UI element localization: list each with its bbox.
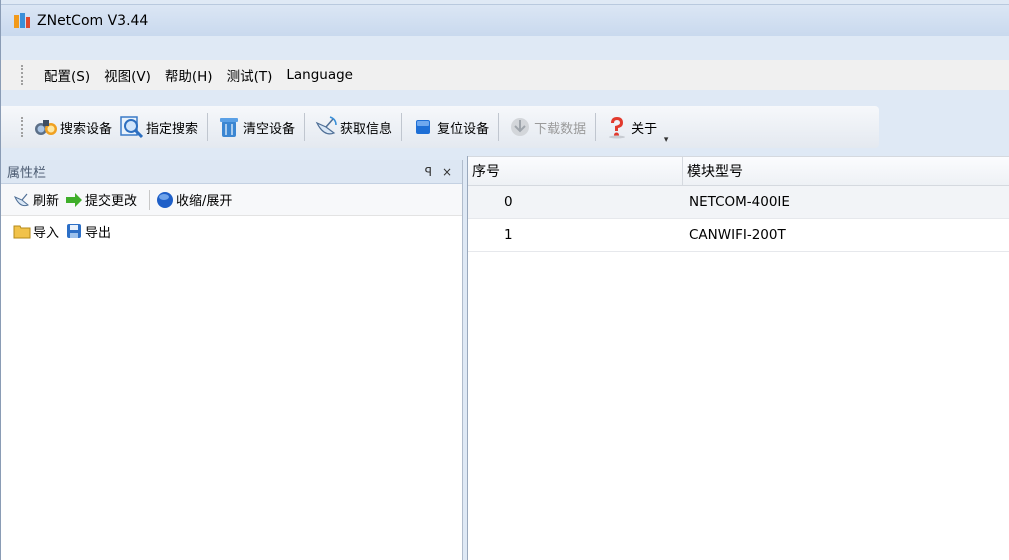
magnifier-icon (120, 115, 144, 139)
menu-help[interactable]: 帮助(H) (159, 65, 219, 85)
blue-circle-icon (156, 191, 174, 209)
import-label: 导入 (33, 225, 60, 241)
window-title: ZNetCom V3.44 (37, 12, 149, 29)
menu-test[interactable]: 测试(T) (221, 65, 279, 85)
download-data-button[interactable]: 下载数据 (504, 110, 590, 144)
clear-devices-label: 清空设备 (243, 121, 296, 137)
panel-toolbar: 刷新 提交更改 收缩/展开 (1, 184, 462, 216)
get-info-label: 获取信息 (340, 121, 393, 137)
import-button[interactable]: 导入 (13, 222, 59, 241)
binoculars-icon (34, 115, 58, 139)
about-label: 关于 (631, 121, 658, 137)
row-index: 0 (504, 194, 513, 210)
pin-icon[interactable]: ꟼ (425, 165, 432, 179)
table-row[interactable]: 0 NETCOM-400IE (468, 186, 1009, 219)
arrow-right-icon (65, 191, 83, 209)
menu-grip (21, 65, 24, 85)
panel-header: 属性栏 ꟼ × (1, 160, 462, 184)
get-info-button[interactable]: 获取信息 (310, 110, 396, 144)
app-window: ZNetCom V3.44 配置(S) 视图(V) 帮助(H) 测试(T) La… (0, 0, 1009, 560)
save-disk-icon (65, 222, 83, 240)
refresh-button[interactable]: 刷新 (13, 190, 59, 209)
row-index: 1 (504, 227, 513, 243)
refresh-label: 刷新 (33, 194, 60, 209)
close-icon[interactable]: × (442, 165, 452, 179)
collapse-expand-button[interactable]: 收缩/展开 (156, 190, 232, 209)
title-bar[interactable]: ZNetCom V3.44 (1, 4, 1009, 36)
folder-icon (13, 222, 31, 240)
toolbar-separator (498, 113, 500, 141)
toolbar-overflow-icon[interactable]: ▾ (661, 107, 671, 147)
export-label: 导出 (85, 225, 112, 241)
main-toolbar: 搜索设备 指定搜索 清空设备 获取信息 复位设备 下载数据 关于 ▾ (1, 106, 879, 148)
trash-can-icon (217, 115, 241, 139)
panel-toolbar-separator (149, 189, 151, 210)
submit-changes-label: 提交更改 (85, 194, 138, 209)
row-model: CANWIFI-200T (689, 227, 786, 243)
specified-search-button[interactable]: 指定搜索 (116, 110, 202, 144)
panel-file-toolbar: 导入 导出 (1, 216, 462, 246)
reset-device-button[interactable]: 复位设备 (407, 110, 493, 144)
device-table: 序号 模块型号 0 NETCOM-400IE 1 CANWIFI-200T (467, 156, 1009, 560)
clear-devices-button[interactable]: 清空设备 (213, 110, 299, 144)
properties-panel: 属性栏 ꟼ × 刷新 提交更改 收缩/展开 导入 导出 (1, 160, 463, 560)
column-header-model[interactable]: 模块型号 (683, 157, 1009, 185)
refresh-dish-icon (13, 191, 31, 209)
export-button[interactable]: 导出 (65, 222, 111, 241)
search-devices-button[interactable]: 搜索设备 (30, 110, 116, 144)
column-header-index[interactable]: 序号 (468, 157, 683, 185)
submit-changes-button[interactable]: 提交更改 (65, 190, 137, 209)
app-logo-icon (13, 12, 31, 30)
search-devices-label: 搜索设备 (60, 121, 113, 137)
download-icon (508, 115, 532, 139)
menu-view[interactable]: 视图(V) (98, 65, 157, 85)
toolbar-separator (304, 113, 306, 141)
toolbar-grip (21, 117, 24, 137)
stop-square-icon (411, 115, 435, 139)
menu-config[interactable]: 配置(S) (38, 65, 96, 85)
menu-bar: 配置(S) 视图(V) 帮助(H) 测试(T) Language (1, 60, 1009, 90)
collapse-expand-label: 收缩/展开 (176, 194, 233, 209)
help-question-icon (605, 115, 629, 139)
toolbar-separator (207, 113, 209, 141)
table-row[interactable]: 1 CANWIFI-200T (468, 219, 1009, 252)
download-data-label: 下载数据 (534, 121, 587, 137)
toolbar-separator (595, 113, 597, 141)
specified-search-label: 指定搜索 (146, 121, 199, 137)
row-model: NETCOM-400IE (689, 194, 790, 210)
menu-language[interactable]: Language (280, 67, 359, 83)
reset-device-label: 复位设备 (437, 121, 490, 137)
panel-title: 属性栏 (7, 166, 47, 181)
table-header: 序号 模块型号 (468, 156, 1009, 186)
toolbar-separator (401, 113, 403, 141)
about-button[interactable]: 关于 (601, 110, 661, 144)
satellite-dish-icon (314, 115, 338, 139)
